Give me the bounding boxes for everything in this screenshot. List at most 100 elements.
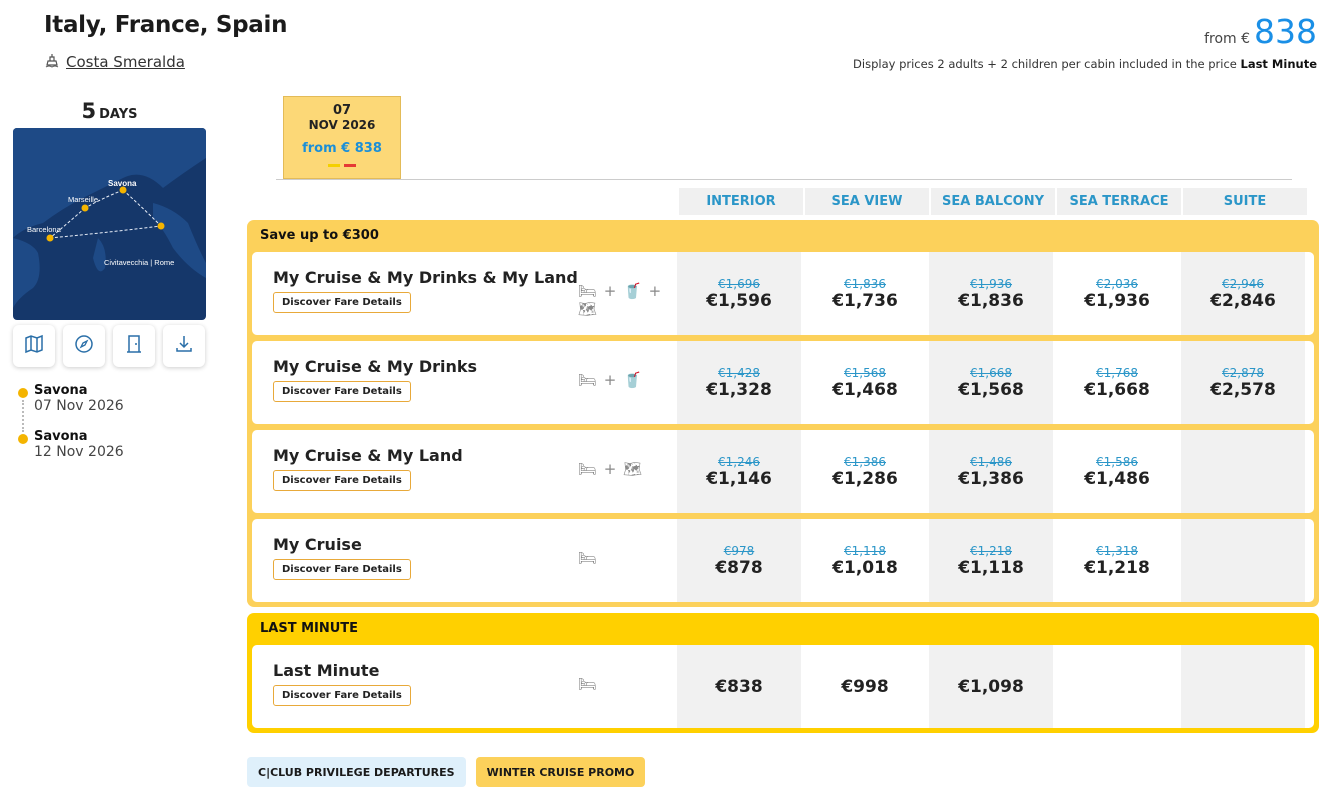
- download-button[interactable]: [163, 325, 205, 367]
- price-cell: [1181, 430, 1305, 513]
- fare-features-icon: 🛏 + 🥤: [578, 371, 643, 389]
- price-cell[interactable]: €2,878 €2,578: [1181, 341, 1305, 424]
- price-cell[interactable]: €978 €878: [677, 519, 801, 602]
- new-price: €1,098: [958, 676, 1024, 697]
- discover-fare-details-button[interactable]: Discover Fare Details: [273, 559, 411, 580]
- promo-winter[interactable]: WINTER CRUISE PROMO: [475, 757, 646, 787]
- new-price: €1,736: [832, 290, 898, 311]
- duration: 5 DAYS: [13, 99, 206, 123]
- tab-divider: [276, 179, 1292, 180]
- price-cell[interactable]: €1,218 €1,118: [929, 519, 1053, 602]
- days-label: DAYS: [99, 107, 138, 122]
- fare-features-icon: 🛏: [578, 675, 599, 693]
- new-price: €1,936: [1084, 290, 1150, 311]
- itinerary-stops: Savona 07 Nov 2026 Savona 12 Nov 2026: [18, 383, 124, 475]
- ship-icon: [44, 52, 60, 72]
- fare-info: Last Minute Discover Fare Details 🛏: [252, 645, 677, 728]
- price-cell[interactable]: €1,098: [929, 645, 1053, 728]
- col-sea-balcony[interactable]: SEA BALCONY: [931, 188, 1055, 215]
- fare-features-icon: 🛏: [578, 549, 599, 567]
- ship-link[interactable]: Costa Smeralda: [44, 52, 185, 72]
- compass-button[interactable]: [63, 325, 105, 367]
- price-cell[interactable]: €1,568 €1,468: [803, 341, 927, 424]
- old-price: €1,246: [718, 454, 760, 469]
- ship-name: Costa Smeralda: [66, 53, 185, 71]
- price-cell[interactable]: €1,486 €1,386: [929, 430, 1053, 513]
- map-label-marseille: Marseille: [68, 195, 98, 204]
- price-cell[interactable]: €1,668 €1,568: [929, 341, 1053, 424]
- departure-date-tab[interactable]: 07 NOV 2026 from € 838: [283, 96, 401, 179]
- price-cell[interactable]: €1,428 €1,328: [677, 341, 801, 424]
- from-price: 838: [1254, 12, 1317, 51]
- tab-month: NOV 2026: [308, 118, 376, 132]
- price-cell[interactable]: €1,118 €1,018: [803, 519, 927, 602]
- old-price: €1,668: [970, 365, 1012, 380]
- new-price: €2,578: [1210, 379, 1276, 400]
- route-map[interactable]: Savona Marseille Barcelona Civitavecchia…: [13, 128, 206, 320]
- old-price: €1,428: [718, 365, 760, 380]
- fare-row: Last Minute Discover Fare Details 🛏 €838 €99…: [252, 645, 1314, 728]
- new-price: €1,286: [832, 468, 898, 489]
- old-price: €1,696: [718, 276, 760, 291]
- flag-red-icon: [344, 164, 356, 167]
- stop-item: Savona 12 Nov 2026: [18, 429, 124, 475]
- old-price: €1,486: [970, 454, 1012, 469]
- old-price: €1,568: [844, 365, 886, 380]
- price-cell: [1181, 645, 1305, 728]
- old-price: €1,118: [844, 543, 886, 558]
- old-price: €2,036: [1096, 276, 1138, 291]
- price-cell[interactable]: €1,586 €1,486: [1055, 430, 1179, 513]
- price-cell[interactable]: €2,946 €2,846: [1181, 252, 1305, 335]
- flag-yellow-icon: [328, 164, 340, 167]
- group-title: Save up to €300: [260, 228, 379, 243]
- fare-info: My Cruise Discover Fare Details 🛏: [252, 519, 677, 602]
- discover-fare-details-button[interactable]: Discover Fare Details: [273, 381, 411, 402]
- discover-fare-details-button[interactable]: Discover Fare Details: [273, 685, 411, 706]
- old-price: €1,836: [844, 276, 886, 291]
- col-suite[interactable]: SUITE: [1183, 188, 1307, 215]
- discover-fare-details-button[interactable]: Discover Fare Details: [273, 470, 411, 491]
- map-button[interactable]: [13, 325, 55, 367]
- fare-row: My Cruise & My Drinks & My Land Discover …: [252, 252, 1314, 335]
- price-cells: €1,246 €1,146 €1,386 €1,286 €1,486 €1,386 €1,5…: [677, 430, 1305, 513]
- days-number: 5: [81, 99, 97, 123]
- fare-info: My Cruise & My Drinks & My Land Discover …: [252, 252, 677, 335]
- tab-from-price: from € 838: [302, 141, 382, 156]
- stop-date: 07 Nov 2026: [34, 398, 124, 414]
- price-cell: [1181, 519, 1305, 602]
- price-note-bold: Last Minute: [1240, 57, 1318, 71]
- excursion-button[interactable]: [113, 325, 155, 367]
- price-cell[interactable]: €1,768 €1,668: [1055, 341, 1179, 424]
- price-note: Display prices 2 adults + 2 children per…: [853, 57, 1317, 71]
- promo-cclub[interactable]: C|CLUB PRIVILEGE DEPARTURES: [247, 757, 466, 787]
- price-cell: [1055, 645, 1179, 728]
- discover-fare-details-button[interactable]: Discover Fare Details: [273, 292, 411, 313]
- stop-name: Savona: [34, 429, 88, 444]
- map-label-savona: Savona: [108, 179, 137, 188]
- new-price: €1,836: [958, 290, 1024, 311]
- price-cell[interactable]: €838: [677, 645, 801, 728]
- price-cell[interactable]: €1,318 €1,218: [1055, 519, 1179, 602]
- map-label-civitavecchia: Civitavecchia | Rome: [104, 258, 174, 267]
- stop-connector: [22, 400, 24, 432]
- new-price: €1,118: [958, 557, 1024, 578]
- new-price: €1,468: [832, 379, 898, 400]
- tab-promo-flags: [284, 164, 400, 167]
- price-cells: €978 €878 €1,118 €1,018 €1,218 €1,118 €1,318 €1…: [677, 519, 1305, 602]
- from-label: from €: [1204, 31, 1250, 47]
- page-title: Italy, France, Spain: [44, 12, 288, 38]
- price-cell[interactable]: €1,386 €1,286: [803, 430, 927, 513]
- price-cell[interactable]: €1,836 €1,736: [803, 252, 927, 335]
- price-cell[interactable]: €2,036 €1,936: [1055, 252, 1179, 335]
- col-sea-view[interactable]: SEA VIEW: [805, 188, 929, 215]
- price-cell[interactable]: €1,696 €1,596: [677, 252, 801, 335]
- col-interior[interactable]: INTERIOR: [679, 188, 803, 215]
- stop-date: 12 Nov 2026: [34, 444, 124, 460]
- price-cell[interactable]: €1,936 €1,836: [929, 252, 1053, 335]
- price-cell[interactable]: €998: [803, 645, 927, 728]
- new-price: €1,018: [832, 557, 898, 578]
- col-sea-terrace[interactable]: SEA TERRACE: [1057, 188, 1181, 215]
- new-price: €1,146: [706, 468, 772, 489]
- price-cell[interactable]: €1,246 €1,146: [677, 430, 801, 513]
- new-price: €1,218: [1084, 557, 1150, 578]
